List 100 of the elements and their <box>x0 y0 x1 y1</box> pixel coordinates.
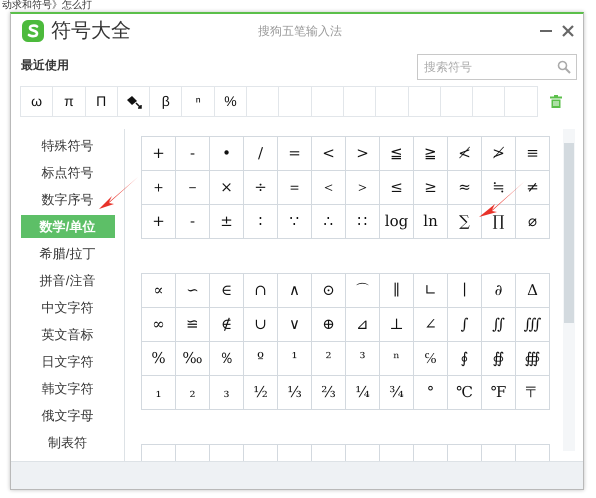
symbol-cell[interactable]: ∨ <box>278 308 312 342</box>
symbol-cell[interactable]: / <box>244 136 278 170</box>
symbol-cell[interactable]: ∧ <box>278 274 312 308</box>
symbol-cell[interactable]: ∫ <box>448 308 482 342</box>
symbol-cell[interactable]: ln <box>414 204 448 238</box>
search-icon <box>557 60 571 74</box>
symbol-cell[interactable]: ¼ <box>346 376 380 410</box>
symbol-cell[interactable]: ₂ <box>176 376 210 410</box>
category-tab[interactable]: 日文字符 <box>20 350 114 373</box>
close-icon[interactable] <box>561 24 575 38</box>
category-tab[interactable]: 特殊符号 <box>20 134 114 157</box>
symbol-cell[interactable]: ≌ <box>176 308 210 342</box>
symbol-cell[interactable]: ℉ <box>482 376 516 410</box>
symbol-cell[interactable]: ∷ <box>346 204 380 238</box>
symbol-cell[interactable]: ∮ <box>448 342 482 376</box>
symbol-cell[interactable]: × <box>210 170 244 204</box>
symbol-cell[interactable]: ⌒ <box>346 274 380 308</box>
symbol-cell[interactable]: ≈ <box>448 170 482 204</box>
symbol-cell[interactable]: ⅓ <box>278 376 312 410</box>
symbol-cell[interactable]: ∶ <box>244 204 278 238</box>
symbol-cell[interactable]: ⌀ <box>516 204 550 238</box>
symbol-cell[interactable]: ∽ <box>176 274 210 308</box>
symbol-cell[interactable]: º <box>244 342 278 376</box>
symbol-cell[interactable]: > <box>346 136 380 170</box>
symbol-cell[interactable]: ∩ <box>244 274 278 308</box>
symbol-cell[interactable]: log <box>380 204 414 238</box>
category-tab[interactable]: 标点符号 <box>20 161 114 184</box>
symbol-cell[interactable]: ∝ <box>142 274 176 308</box>
symbol-cell[interactable]: ½ <box>244 376 278 410</box>
category-tab[interactable]: 英文音标 <box>20 323 114 346</box>
symbol-cell[interactable]: • <box>210 136 244 170</box>
symbol-cell[interactable]: ¾ <box>380 376 414 410</box>
symbol-cell[interactable]: ≠ <box>516 170 550 204</box>
symbol-cell[interactable]: - <box>176 136 210 170</box>
symbol-cell[interactable]: ₁ <box>142 376 176 410</box>
symbol-cell[interactable]: ¹ <box>278 342 312 376</box>
symbol-cell[interactable]: < <box>312 136 346 170</box>
category-tab[interactable]: 俄文字母 <box>20 404 114 427</box>
symbol-cell[interactable]: ∠ <box>414 308 448 342</box>
symbol-cell[interactable]: ≧ <box>414 136 448 170</box>
bucket-icon[interactable] <box>126 94 142 108</box>
symbol-cell[interactable]: ∭ <box>516 308 550 342</box>
symbol-cell[interactable]: ∥ <box>380 274 414 308</box>
symbol-cell[interactable]: ∟ <box>414 274 448 308</box>
category-tab[interactable]: 数字序号 <box>20 188 114 211</box>
symbol-cell[interactable]: ＝ <box>278 170 312 204</box>
symbol-cell[interactable]: ⊙ <box>312 274 346 308</box>
background-text: 动求和符号》怎么打 <box>1 1 92 11</box>
symbol-cell[interactable]: ≯ <box>482 136 516 170</box>
symbol-cell[interactable]: － <box>176 170 210 204</box>
symbol-cell[interactable]: ‰ <box>176 342 210 376</box>
symbol-cell[interactable]: - <box>176 204 210 238</box>
symbol-cell[interactable]: Δ <box>516 274 550 308</box>
symbol-cell[interactable]: ＜ <box>312 170 346 204</box>
symbol-cell[interactable]: ≦ <box>380 136 414 170</box>
scrollbar[interactable] <box>563 129 575 451</box>
symbol-cell[interactable]: ⊥ <box>380 308 414 342</box>
symbol-cell[interactable]: ⁿ <box>380 342 414 376</box>
symbol-cell[interactable]: ⊿ <box>346 308 380 342</box>
symbol-cell[interactable]: ∞ <box>142 308 176 342</box>
category-tab[interactable]: 拼音/注音 <box>20 269 114 292</box>
symbol-cell[interactable]: ∴ <box>312 204 346 238</box>
symbol-cell[interactable]: ℅ <box>414 342 448 376</box>
symbol-cell[interactable]: ∣ <box>448 274 482 308</box>
symbol-cell[interactable]: ÷ <box>244 170 278 204</box>
symbol-cell[interactable]: ³ <box>346 342 380 376</box>
symbol-cell[interactable]: ₃ <box>210 376 244 410</box>
symbol-cell[interactable]: ∰ <box>516 342 550 376</box>
symbol-cell[interactable]: = <box>278 136 312 170</box>
symbol-cell[interactable]: 〒 <box>516 376 550 410</box>
symbol-cell[interactable]: ∉ <box>210 308 244 342</box>
symbol-cell[interactable]: ± <box>210 204 244 238</box>
symbol-cell[interactable]: ％ <box>210 342 244 376</box>
category-tab[interactable]: 希腊/拉丁 <box>20 242 114 265</box>
symbol-cell[interactable]: ＞ <box>346 170 380 204</box>
symbol-cell[interactable]: ∯ <box>482 342 516 376</box>
symbol-cell[interactable]: ＋ <box>142 170 176 204</box>
symbol-cell[interactable]: + <box>142 136 176 170</box>
symbol-cell[interactable]: ≮ <box>448 136 482 170</box>
symbol-cell[interactable]: ∬ <box>482 308 516 342</box>
category-tab[interactable]: 制表符 <box>20 431 114 454</box>
symbol-cell[interactable]: ∂ <box>482 274 516 308</box>
category-tab[interactable]: 韩文字符 <box>20 377 114 400</box>
symbol-cell[interactable]: ∪ <box>244 308 278 342</box>
symbol-cell[interactable]: ≤ <box>380 170 414 204</box>
symbol-cell[interactable]: ° <box>414 376 448 410</box>
symbol-cell[interactable]: ⊕ <box>312 308 346 342</box>
symbol-cell[interactable]: ∑ <box>448 204 482 238</box>
symbol-cell[interactable]: ⅔ <box>312 376 346 410</box>
search-field[interactable]: 搜索符号 <box>417 54 577 80</box>
app-name: 搜狗五笔输入法 <box>257 23 343 40</box>
symbol-cell[interactable]: ∵ <box>278 204 312 238</box>
symbol-cell[interactable]: ² <box>312 342 346 376</box>
symbol-cell[interactable]: ∈ <box>210 274 244 308</box>
symbol-cell[interactable]: + <box>142 204 176 238</box>
symbol-cell[interactable]: % <box>142 342 176 376</box>
symbol-cell[interactable]: ≡ <box>516 136 550 170</box>
category-tab[interactable]: 中文字符 <box>20 296 114 319</box>
symbol-cell[interactable]: ≥ <box>414 170 448 204</box>
symbol-cell[interactable]: ℃ <box>448 376 482 410</box>
